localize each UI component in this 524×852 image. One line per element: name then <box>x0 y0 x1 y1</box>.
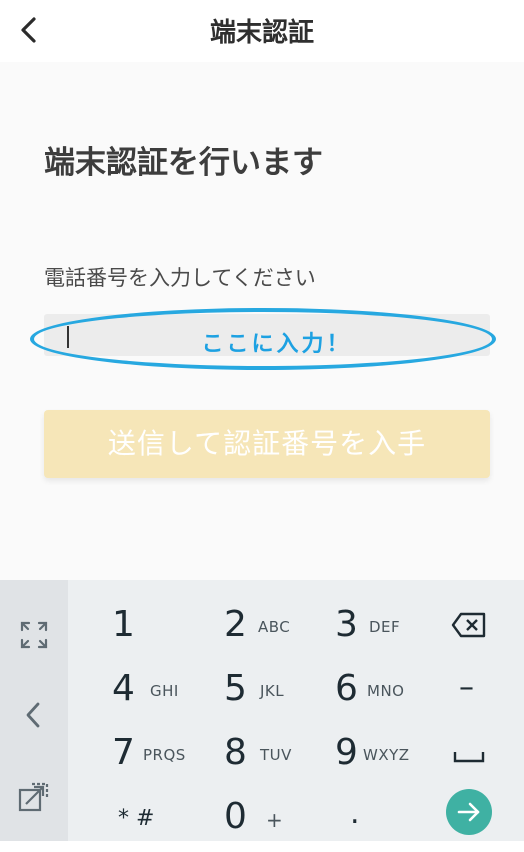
key-1[interactable]: 1 <box>112 598 202 658</box>
key-7[interactable]: 7 PRQS <box>112 726 207 786</box>
page-title: 端末認証 <box>209 18 314 48</box>
backspace-icon[interactable] <box>450 610 488 640</box>
phone-label: 電話番号を入力してください <box>44 266 316 290</box>
key-5[interactable]: 5 JKL <box>224 662 319 722</box>
key-4[interactable]: 4 GHI <box>112 662 207 722</box>
space-icon[interactable] <box>453 746 485 766</box>
input-annotation: ここに入力！ <box>201 332 352 357</box>
key-3[interactable]: 3 DEF <box>335 598 430 658</box>
key-star-hash[interactable]: * # <box>118 792 178 852</box>
key-2[interactable]: 2 ABC <box>224 598 319 658</box>
key-8[interactable]: 8 TUV <box>224 726 319 786</box>
chevron-left-icon[interactable] <box>12 693 56 737</box>
section-heading: 端末認証を行います <box>44 145 323 181</box>
get-code-button[interactable]: 送信して認証番号を入手 <box>44 410 490 478</box>
expand-icon[interactable] <box>12 613 56 657</box>
key-9[interactable]: 9 WXYZ <box>335 726 430 786</box>
app-header: 端末認証 <box>0 0 524 62</box>
key-0[interactable]: 0 + <box>224 790 304 850</box>
undock-icon[interactable] <box>12 776 56 820</box>
numeric-keyboard: 1 2 ABC 3 DEF 4 GHI 5 JKL 6 MNO – 7 PRQS… <box>0 580 524 841</box>
arrow-right-icon <box>457 802 480 822</box>
key-dash[interactable]: – <box>455 662 489 722</box>
main-content: 端末認証を行います 電話番号を入力してください ここに入力！ 送信して認証番号を… <box>0 62 524 580</box>
key-dot[interactable]: . <box>350 790 380 850</box>
key-6[interactable]: 6 MNO <box>335 662 430 722</box>
keyboard-side-panel <box>0 580 68 841</box>
enter-button[interactable] <box>446 789 492 835</box>
